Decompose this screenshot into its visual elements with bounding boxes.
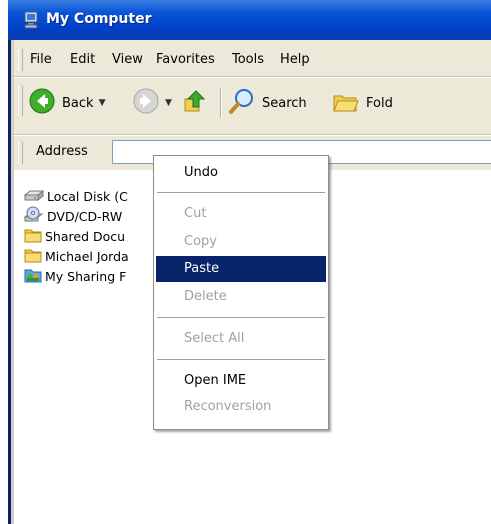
menu-favorites[interactable]: Favorites	[156, 52, 215, 67]
forward-dropdown-icon[interactable]: ▼	[165, 98, 172, 108]
menubar-grip[interactable]	[18, 49, 23, 71]
context-menu: Undo Cut Copy Paste Delete Select All Op…	[153, 155, 329, 430]
folders-label: Fold	[366, 95, 393, 111]
back-label: Back	[62, 95, 94, 111]
menu-separator	[157, 192, 325, 194]
search-icon	[228, 87, 256, 119]
up-button[interactable]	[182, 86, 208, 120]
search-button[interactable]: Search	[228, 86, 307, 120]
back-dropdown-icon[interactable]: ▼	[99, 98, 106, 108]
menu-separator	[157, 359, 325, 361]
menu-item-reconversion: Reconversion	[184, 399, 272, 414]
hard-disk-icon	[23, 187, 47, 206]
forward-button[interactable]: ▼	[132, 86, 172, 120]
menu-tools[interactable]: Tools	[232, 52, 264, 67]
toolbar-grip[interactable]	[18, 86, 23, 116]
menu-file[interactable]: File	[30, 52, 52, 67]
list-item-label: DVD/CD-RW	[47, 208, 123, 224]
forward-arrow-icon	[132, 87, 160, 119]
list-item-dvd-drive[interactable]: DVD/CD-RW	[23, 206, 123, 227]
list-item-label: Shared Docu	[45, 228, 126, 244]
computer-icon	[22, 10, 42, 30]
menu-item-delete: Delete	[184, 289, 227, 304]
list-item-my-sharing-folders[interactable]: My Sharing F	[24, 266, 126, 286]
list-item-michael-jordan[interactable]: Michael Jorda	[24, 246, 129, 266]
list-item-label: My Sharing F	[45, 268, 127, 284]
shared-folder-icon	[24, 267, 45, 286]
list-item-label: Michael Jorda	[45, 248, 129, 264]
list-item-local-disk[interactable]: Local Disk (C	[23, 186, 128, 206]
title-bar[interactable]: My Computer	[8, 0, 491, 40]
menu-item-cut: Cut	[184, 206, 207, 221]
menu-bar: File Edit View Favorites Tools Help	[14, 44, 491, 74]
menu-item-undo[interactable]: Undo	[156, 160, 326, 186]
window-title: My Computer	[46, 11, 152, 27]
toolbar-divider	[220, 88, 222, 118]
up-folder-icon	[182, 87, 208, 119]
folders-button[interactable]: Fold	[332, 86, 393, 120]
back-arrow-icon	[28, 87, 56, 119]
menu-help[interactable]: Help	[280, 52, 310, 67]
menu-item-select-all: Select All	[184, 331, 245, 346]
folder-icon	[24, 227, 45, 246]
address-label: Address	[36, 144, 88, 159]
menu-edit[interactable]: Edit	[70, 52, 95, 67]
menu-separator	[157, 317, 325, 319]
menu-view[interactable]: View	[112, 52, 143, 67]
folder-icon	[24, 247, 45, 266]
list-item-shared-documents[interactable]: Shared Docu	[24, 226, 125, 246]
addressbar-grip[interactable]	[18, 142, 23, 164]
search-label: Search	[262, 95, 307, 111]
menu-item-paste[interactable]: Paste	[156, 256, 326, 282]
menu-item-copy: Copy	[184, 234, 217, 249]
folders-icon	[332, 87, 360, 119]
back-button[interactable]: Back ▼	[28, 86, 105, 120]
optical-drive-icon	[23, 206, 47, 227]
menu-item-open-ime[interactable]: Open IME	[156, 368, 326, 394]
standard-toolbar: Back ▼ ▼ Search Fold	[14, 78, 491, 134]
list-item-label: Local Disk (C	[47, 188, 128, 204]
